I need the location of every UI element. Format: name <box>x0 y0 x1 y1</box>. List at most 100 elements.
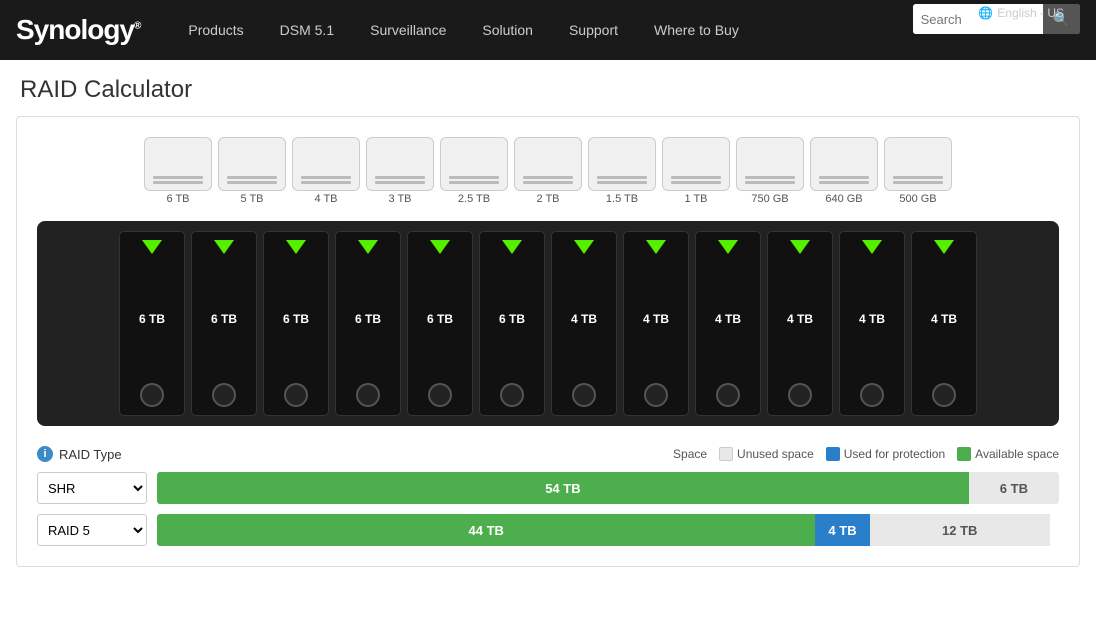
disk-icon <box>218 137 286 191</box>
legend-protection: Used for protection <box>826 447 945 461</box>
disk-option-label: 640 GB <box>825 193 862 205</box>
drive-indicator <box>286 240 306 254</box>
drive[interactable]: 6 TB <box>191 231 257 416</box>
disk-option[interactable]: 2 TB <box>514 137 582 205</box>
disk-selector: 6 TB 5 TB 4 TB 3 TB 2.5 TB 2 TB 1.5 TB 1… <box>37 137 1059 205</box>
drive-label: 4 TB <box>931 312 957 326</box>
drive-label: 4 TB <box>787 312 813 326</box>
disk-option-label: 2.5 TB <box>458 193 490 205</box>
drive-circle <box>356 383 380 407</box>
disk-option[interactable]: 640 GB <box>810 137 878 205</box>
drive[interactable]: 4 TB <box>551 231 617 416</box>
drive-label: 6 TB <box>139 312 165 326</box>
drive[interactable]: 6 TB <box>263 231 329 416</box>
legend-protection-box <box>826 447 840 461</box>
disk-option-label: 6 TB <box>166 193 189 205</box>
brand-logo[interactable]: Synology® <box>16 14 140 46</box>
drive-label: 6 TB <box>283 312 309 326</box>
disk-icon <box>884 137 952 191</box>
disk-option[interactable]: 3 TB <box>366 137 434 205</box>
raid-row-1: SHRSHR-2JBODRAID 0RAID 1RAID 5RAID 6RAID… <box>37 472 1059 504</box>
nav-products[interactable]: Products <box>170 0 261 60</box>
drive-indicator <box>790 240 810 254</box>
disk-option-label: 4 TB <box>314 193 337 205</box>
drive-circle <box>428 383 452 407</box>
disk-icon <box>662 137 730 191</box>
drive-label: 4 TB <box>643 312 669 326</box>
drive[interactable]: 6 TB <box>479 231 545 416</box>
raid-bar-1: 54 TB6 TB <box>157 472 1059 504</box>
disk-option[interactable]: 5 TB <box>218 137 286 205</box>
drive[interactable]: 4 TB <box>911 231 977 416</box>
legend-available: Available space <box>957 447 1059 461</box>
disk-option[interactable]: 750 GB <box>736 137 804 205</box>
drive[interactable]: 4 TB <box>839 231 905 416</box>
disk-option-label: 1 TB <box>684 193 707 205</box>
drive[interactable]: 4 TB <box>767 231 833 416</box>
drive-label: 4 TB <box>859 312 885 326</box>
nav-where-to-buy[interactable]: Where to Buy <box>636 0 757 60</box>
drive[interactable]: 6 TB <box>407 231 473 416</box>
drive-label: 6 TB <box>499 312 525 326</box>
disk-option[interactable]: 6 TB <box>144 137 212 205</box>
disk-icon <box>440 137 508 191</box>
lang-label: English - US <box>997 6 1064 20</box>
disk-option-label: 1.5 TB <box>606 193 638 205</box>
drive-circle <box>716 383 740 407</box>
drive-indicator <box>430 240 450 254</box>
disk-option[interactable]: 2.5 TB <box>440 137 508 205</box>
legend-protection-label: Used for protection <box>844 447 945 461</box>
navbar: Synology® Products DSM 5.1 Surveillance … <box>0 0 1096 60</box>
bar-unused: 12 TB <box>870 514 1050 546</box>
drive-circle <box>140 383 164 407</box>
drive[interactable]: 4 TB <box>695 231 761 416</box>
disk-option-label: 5 TB <box>240 193 263 205</box>
raid-info-icon[interactable]: i <box>37 446 53 462</box>
drive-circle <box>500 383 524 407</box>
disk-option-label: 750 GB <box>751 193 788 205</box>
raid-row-2: SHRSHR-2JBODRAID 0RAID 1RAID 5RAID 6RAID… <box>37 514 1059 546</box>
drive-indicator <box>214 240 234 254</box>
drive-circle <box>644 383 668 407</box>
drive-indicator <box>574 240 594 254</box>
lang-selector[interactable]: 🌐 English - US <box>978 6 1064 20</box>
drive[interactable]: 6 TB <box>119 231 185 416</box>
drive-indicator <box>502 240 522 254</box>
drive-indicator <box>718 240 738 254</box>
legend-unused-label: Unused space <box>737 447 814 461</box>
drive-circle <box>788 383 812 407</box>
drive-circle <box>860 383 884 407</box>
disk-option[interactable]: 1 TB <box>662 137 730 205</box>
drive[interactable]: 4 TB <box>623 231 689 416</box>
raid-type-label: RAID Type <box>59 447 122 462</box>
drive-label: 4 TB <box>715 312 741 326</box>
disk-option[interactable]: 4 TB <box>292 137 360 205</box>
disk-icon <box>588 137 656 191</box>
drive-circle <box>212 383 236 407</box>
bar-available: 54 TB <box>157 472 969 504</box>
drive-label: 4 TB <box>571 312 597 326</box>
drive-circle <box>284 383 308 407</box>
nav-solution[interactable]: Solution <box>464 0 551 60</box>
raid-controls: i RAID Type Space Unused space Used for … <box>37 446 1059 546</box>
drive-label: 6 TB <box>427 312 453 326</box>
nav-surveillance[interactable]: Surveillance <box>352 0 464 60</box>
nav-dsm[interactable]: DSM 5.1 <box>262 0 352 60</box>
disk-option-label: 500 GB <box>899 193 936 205</box>
disk-icon <box>810 137 878 191</box>
page-title: RAID Calculator <box>0 60 1096 116</box>
drive-circle <box>572 383 596 407</box>
disk-option[interactable]: 1.5 TB <box>588 137 656 205</box>
disk-option[interactable]: 500 GB <box>884 137 952 205</box>
nav-support[interactable]: Support <box>551 0 636 60</box>
space-text: Space <box>673 447 707 461</box>
disk-option-label: 3 TB <box>388 193 411 205</box>
raid-select-1[interactable]: SHRSHR-2JBODRAID 0RAID 1RAID 5RAID 6RAID… <box>37 472 147 504</box>
raid-select-2[interactable]: SHRSHR-2JBODRAID 0RAID 1RAID 5RAID 6RAID… <box>37 514 147 546</box>
bar-protection: 4 TB <box>815 514 869 546</box>
drive-indicator <box>142 240 162 254</box>
raid-label-area: i RAID Type <box>37 446 197 462</box>
drive[interactable]: 6 TB <box>335 231 401 416</box>
drive-indicator <box>862 240 882 254</box>
legend-available-label: Available space <box>975 447 1059 461</box>
